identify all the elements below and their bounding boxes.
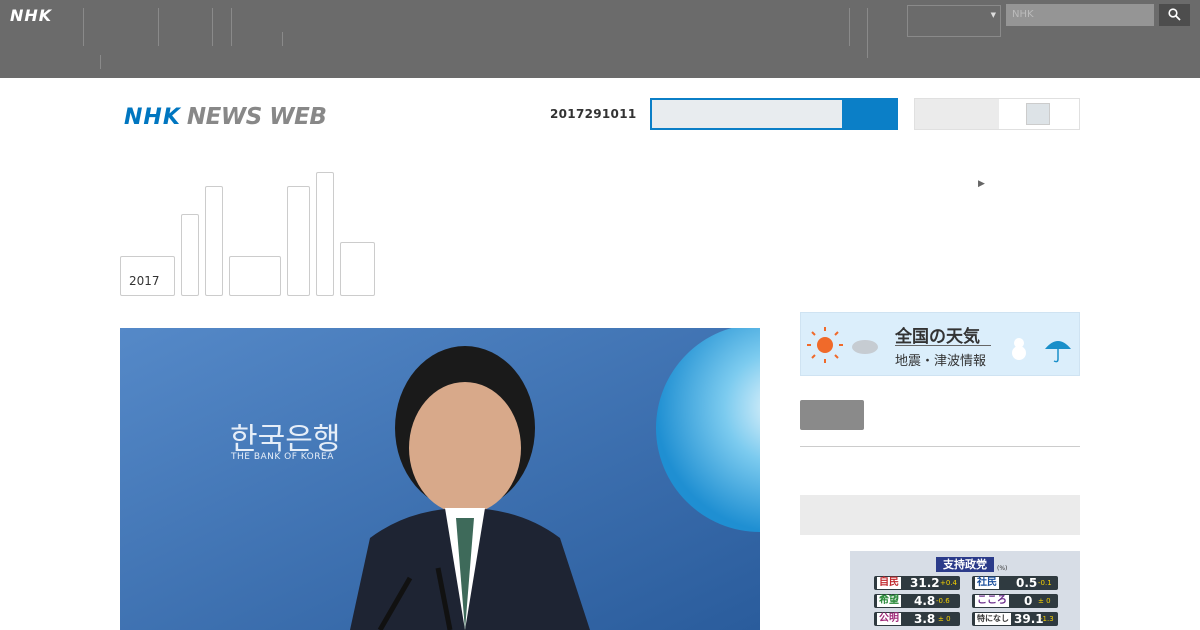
gnav-item-4[interactable]: [160, 10, 204, 34]
poll-row: こころ 0 ± 0: [972, 594, 1058, 608]
gray-button[interactable]: [800, 400, 864, 430]
poll-row: 社民 0.5 -0.1: [972, 576, 1058, 590]
display-toggle[interactable]: [914, 98, 1080, 130]
display-toggle-label: [915, 99, 999, 129]
triangle-right-icon: ▶: [978, 179, 985, 189]
nav-separator: [158, 8, 159, 46]
poll-row: 公明 3.8 ± 0: [874, 612, 960, 626]
poll-title: 支持政党: [936, 557, 994, 572]
chevron-down-icon: ▼: [990, 11, 996, 19]
gnav-item-5[interactable]: [212, 10, 246, 34]
poll-row: 希望 4.8 -0.6: [874, 594, 960, 608]
global-header: NHK ▼ NHK: [0, 0, 1200, 78]
language-select[interactable]: ▼: [907, 5, 1001, 37]
hero-english-text: THE BANK OF KOREA: [231, 452, 334, 462]
tab-2[interactable]: [181, 214, 199, 296]
toggle-switch[interactable]: [1026, 103, 1050, 125]
weather-banner[interactable]: 全国の天気 地震・津波情報: [800, 312, 1080, 376]
tab-election-year: 2017: [129, 274, 160, 288]
gnav-item-8[interactable]: [871, 10, 905, 34]
side-box-title: [800, 495, 1080, 535]
poll-unit: (%): [997, 565, 1008, 572]
tab-election-2017[interactable]: 2017: [120, 256, 175, 296]
nav-separator: [100, 55, 101, 69]
umbrella-icon: [1045, 341, 1071, 349]
gnav-item-6[interactable]: [248, 10, 280, 46]
gnav-item-3[interactable]: [140, 22, 156, 34]
gnav-item-1[interactable]: [83, 22, 99, 46]
weather-title: 全国の天気: [895, 327, 980, 347]
tab-6[interactable]: [316, 172, 334, 296]
nhk-logo[interactable]: NHK: [10, 6, 52, 25]
poll-graphic[interactable]: 支持政党 (%) 自民 31.2 +0.4 社民 0.5 -0.1 希望 4.8…: [850, 551, 1080, 630]
poll-row: 自民 31.2 +0.4: [874, 576, 960, 590]
news-photo: [120, 328, 760, 630]
poll-row: 特になし 39.1 -1.3: [972, 612, 1058, 626]
site-search-button[interactable]: [842, 100, 896, 128]
tab-5[interactable]: [287, 186, 310, 296]
global-search-button[interactable]: [1159, 4, 1190, 26]
gnav-item-2[interactable]: [104, 10, 140, 34]
weather-subtitle: 地震・津波情報: [895, 354, 987, 369]
nav-separator: [867, 8, 868, 58]
site-search-input[interactable]: [652, 100, 842, 128]
global-search-input[interactable]: NHK: [1006, 4, 1154, 26]
search-icon: [1168, 8, 1181, 21]
weather-underline: [895, 345, 991, 346]
tab-3[interactable]: [205, 186, 223, 296]
gnav-item-7[interactable]: [849, 10, 865, 46]
tab-7[interactable]: [340, 242, 375, 296]
news-web-logo[interactable]: NHK NEWS WEB: [124, 104, 327, 132]
right-link[interactable]: ▶: [978, 176, 991, 191]
tab-4[interactable]: [229, 256, 281, 296]
divider: [800, 446, 1080, 447]
nav-separator: [231, 8, 232, 46]
nav-separator: [282, 32, 283, 46]
sun-icon: [817, 337, 833, 353]
cloud-icon: [852, 340, 878, 354]
date-display: 2017291011: [550, 107, 637, 121]
site-search: [650, 98, 898, 130]
hero-image[interactable]: 한국은행 THE BANK OF KOREA: [120, 328, 760, 630]
